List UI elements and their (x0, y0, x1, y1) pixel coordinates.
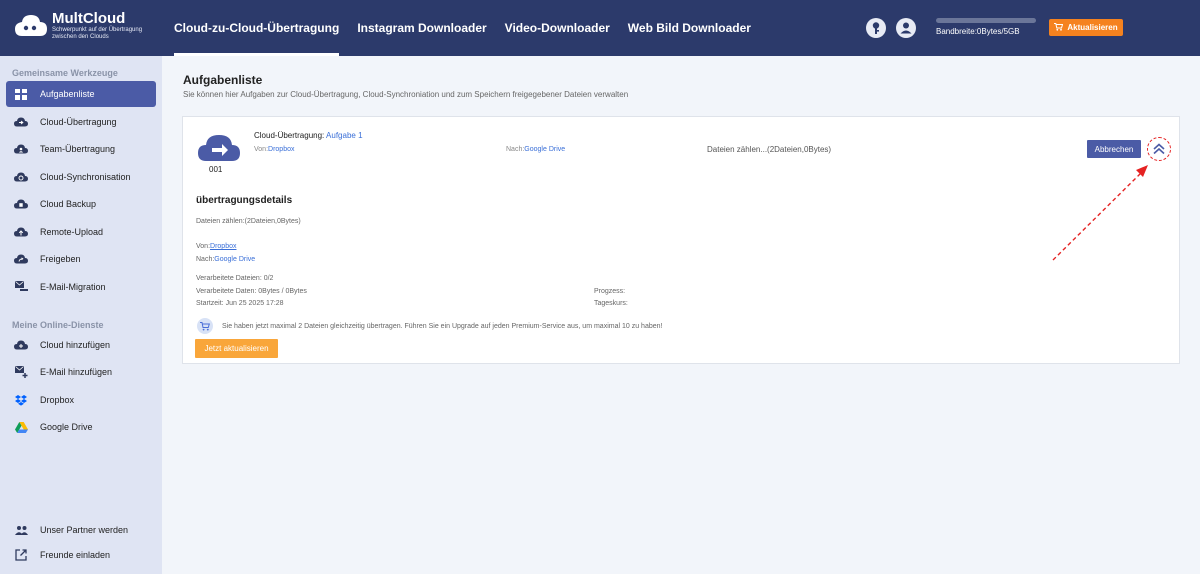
partner-icon (14, 523, 28, 537)
page-subtitle: Sie können hier Aufgaben zur Cloud-Übert… (183, 90, 629, 99)
team-transfer-icon (14, 142, 28, 156)
upgrade-button[interactable]: Aktualisieren (1049, 19, 1123, 36)
sidebar-item-label: Dropbox (40, 395, 75, 405)
cloud-backup-icon (14, 197, 28, 211)
sidebar-item-dropbox[interactable]: Dropbox (6, 387, 156, 413)
sidebar-item-share[interactable]: Freigeben (6, 246, 156, 272)
sidebar-item-label: Cloud Backup (40, 199, 97, 209)
details-daily-rate: Tageskurs: (594, 300, 628, 307)
details-source-link[interactable]: Dropbox (210, 243, 236, 250)
sidebar-item-label: Remote-Upload (40, 227, 104, 237)
task-source: Von:Dropbox (254, 146, 294, 153)
sidebar-item-email-migration[interactable]: E-Mail-Migration (6, 274, 156, 300)
task-target-label: Nach: (506, 146, 525, 153)
add-cloud-icon (14, 338, 28, 352)
sidebar-item-label: Cloud hinzufügen (40, 340, 111, 350)
nav-web-image-downloader[interactable]: Web Bild Downloader (619, 0, 760, 56)
task-target: Nach:Google Drive (506, 146, 565, 153)
cancel-button[interactable]: Abbrechen (1087, 140, 1141, 158)
bandwidth-bar (936, 18, 1036, 23)
upgrade-note-text: Sie haben jetzt maximal 2 Dateien gleich… (222, 322, 663, 330)
sidebar-item-label: Cloud-Übertragung (40, 117, 117, 127)
task-status: Dateien zählen...(2Dateien,0Bytes) (707, 145, 832, 154)
cart-icon (197, 318, 213, 334)
nav-instagram-downloader[interactable]: Instagram Downloader (348, 0, 495, 56)
cloud-transfer-task-icon (198, 135, 240, 161)
details-target-link[interactable]: Google Drive (214, 256, 255, 263)
dropbox-icon (14, 393, 28, 407)
task-target-link[interactable]: Google Drive (524, 146, 565, 153)
logo-subtitle: Schwerpunkt auf der Übertragung zwischen… (52, 27, 143, 40)
upgrade-note: Sie haben jetzt maximal 2 Dateien gleich… (197, 318, 662, 334)
details-target-label: Nach: (196, 256, 215, 263)
add-email-icon (14, 365, 28, 379)
top-bar: MultCloud Schwerpunkt auf der Übertragun… (0, 0, 1200, 56)
sidebar-item-label: Team-Übertragung (40, 144, 116, 154)
sidebar-item-google-drive[interactable]: Google Drive (6, 414, 156, 440)
task-number: 001 (209, 165, 223, 174)
sidebar-item-label: Aufgabenliste (40, 89, 95, 99)
invite-icon (14, 548, 28, 562)
key-icon[interactable] (866, 18, 886, 38)
task-source-link[interactable]: Dropbox (268, 146, 294, 153)
details-processed-data: Verarbeitete Daten: 0Bytes / 0Bytes (196, 288, 307, 295)
email-migration-icon (14, 280, 28, 294)
nav-video-downloader[interactable]: Video-Downloader (496, 0, 619, 56)
details-start-time: Startzeit: Jun 25 2025 17:28 (196, 300, 284, 307)
task-type-label: Cloud-Übertragung: (254, 131, 325, 140)
details-source-label: Von: (196, 243, 211, 250)
logo[interactable]: MultCloud Schwerpunkt auf der Übertragun… (14, 10, 144, 41)
sidebar-item-cloud-transfer[interactable]: Cloud-Übertragung (6, 109, 156, 135)
details-progress: Progzess: (594, 288, 626, 295)
sidebar-item-partner[interactable]: Unser Partner werden (6, 517, 156, 543)
logo-title: MultCloud (52, 10, 126, 27)
cloud-transfer-icon (14, 115, 28, 129)
sidebar-item-remote-upload[interactable]: Remote-Upload (6, 219, 156, 245)
details-file-count: Dateien zählen:(2Dateien,0Bytes) (196, 218, 301, 225)
page-title: Aufgabenliste (183, 73, 263, 87)
sidebar-item-task-list[interactable]: Aufgabenliste (6, 81, 156, 107)
sidebar-item-label: Cloud-Synchronisation (40, 172, 131, 182)
sidebar-section-tools: Gemeinsame Werkzeuge (12, 68, 118, 78)
details-source: Von:Dropbox (196, 243, 236, 250)
sidebar-item-label: Freigeben (40, 254, 81, 264)
sidebar-item-cloud-backup[interactable]: Cloud Backup (6, 191, 156, 217)
grid-icon (14, 87, 28, 101)
task-card: 001 Cloud-Übertragung: Aufgabe 1 Von:Dro… (182, 116, 1180, 364)
sidebar-item-invite[interactable]: Freunde einladen (6, 542, 156, 568)
transfer-details-title: übertragungsdetails (196, 195, 293, 206)
details-target: Nach:Google Drive (196, 256, 255, 263)
top-nav: Cloud-zu-Cloud-Übertragung Instagram Dow… (165, 0, 760, 56)
task-source-label: Von: (254, 146, 269, 153)
bandwidth-meter: Bandbreite:0Bytes/5GB (936, 18, 1036, 36)
sidebar-item-label: Google Drive (40, 422, 93, 432)
task-title: Cloud-Übertragung: Aufgabe 1 (254, 131, 363, 140)
share-icon (14, 252, 28, 266)
nav-cloud-transfer[interactable]: Cloud-zu-Cloud-Übertragung (165, 0, 348, 56)
remote-upload-icon (14, 225, 28, 239)
cart-icon (1054, 22, 1064, 33)
user-icon[interactable] (896, 18, 916, 38)
collapse-button[interactable] (1147, 137, 1171, 161)
sidebar-section-services: Meine Online-Dienste (12, 320, 104, 330)
sidebar-item-cloud-sync[interactable]: Cloud-Synchronisation (6, 164, 156, 190)
google-drive-icon (14, 420, 28, 434)
sidebar-item-label: E-Mail hinzufügen (40, 367, 113, 377)
upgrade-now-button[interactable]: Jetzt aktualisieren (195, 339, 278, 358)
sidebar: Gemeinsame Werkzeuge Aufgabenliste Cloud… (0, 56, 162, 574)
sidebar-item-add-cloud[interactable]: Cloud hinzufügen (6, 332, 156, 358)
sidebar-item-team-transfer[interactable]: Team-Übertragung (6, 136, 156, 162)
details-processed-files: Verarbeitete Dateien: 0/2 (196, 275, 274, 282)
multcloud-logo-icon (15, 15, 47, 36)
upgrade-label: Aktualisieren (1067, 23, 1118, 32)
sidebar-item-label: E-Mail-Migration (40, 282, 106, 292)
task-name-link[interactable]: Aufgabe 1 (326, 131, 362, 140)
double-chevron-up-icon (1153, 143, 1165, 155)
bandwidth-text: Bandbreite:0Bytes/5GB (936, 27, 1020, 36)
sidebar-item-add-email[interactable]: E-Mail hinzufügen (6, 359, 156, 385)
sidebar-item-label: Unser Partner werden (40, 525, 129, 535)
sidebar-item-label: Freunde einladen (40, 550, 111, 560)
cloud-sync-icon (14, 170, 28, 184)
